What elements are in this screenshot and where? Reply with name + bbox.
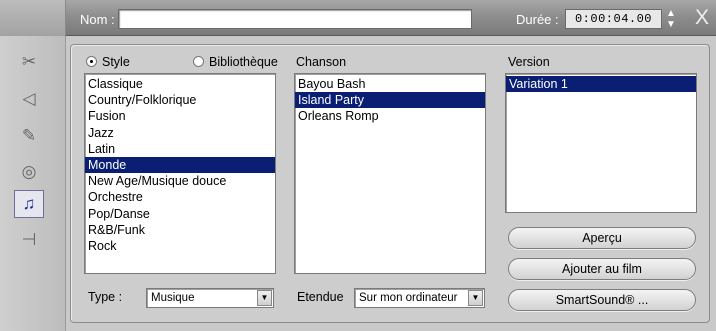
audio-effect-tool-button[interactable]: ◁ bbox=[14, 85, 44, 113]
volume-tool-button[interactable]: ⊣ bbox=[14, 226, 44, 254]
title-tool-button[interactable]: ✎ bbox=[14, 122, 44, 150]
spin-up-icon[interactable]: ▲ bbox=[664, 8, 678, 19]
music-note-icon: ♫ bbox=[22, 194, 36, 213]
version-list-item[interactable]: Variation 1 bbox=[506, 76, 696, 93]
style-list-item[interactable]: Pop/Danse bbox=[85, 206, 275, 222]
audio-effect-icon: ◁ bbox=[22, 89, 36, 108]
song-list-item[interactable]: Orleans Romp bbox=[295, 108, 485, 124]
dropdown-arrow-icon[interactable]: ▼ bbox=[468, 290, 483, 306]
song-list[interactable]: Bayou Bash Island Party Orleans Romp bbox=[294, 73, 486, 274]
style-list-item[interactable]: Country/Folklorique bbox=[85, 92, 275, 108]
radio-selected-icon bbox=[86, 56, 97, 67]
style-list-item[interactable]: Orchestre bbox=[85, 189, 275, 205]
style-list-item[interactable]: Fusion bbox=[85, 108, 275, 124]
add-to-movie-button[interactable]: Ajouter au film bbox=[508, 258, 696, 280]
smartsound-button[interactable]: SmartSound® ... bbox=[508, 289, 696, 311]
dropdown-arrow-icon[interactable]: ▼ bbox=[257, 290, 272, 306]
volume-slider-icon: ⊣ bbox=[21, 230, 37, 249]
style-list-item[interactable]: Jazz bbox=[85, 125, 275, 141]
video-edit-tool-button[interactable]: ✂ bbox=[14, 48, 44, 76]
song-list-item[interactable]: Bayou Bash bbox=[295, 76, 485, 92]
title-bar-corner bbox=[0, 0, 66, 36]
title-pen-icon: ✎ bbox=[21, 126, 37, 145]
style-list-item[interactable]: R&B/Funk bbox=[85, 222, 275, 238]
style-list-item[interactable]: Monde bbox=[85, 156, 275, 174]
duration-label: Durée : bbox=[516, 12, 559, 27]
style-list-item[interactable]: Classique bbox=[85, 76, 275, 92]
type-label: Type : bbox=[88, 290, 123, 304]
scope-select[interactable]: Sur mon ordinateur ▼ bbox=[354, 288, 485, 308]
style-list-item[interactable]: Rock bbox=[85, 238, 275, 254]
video-edit-icon: ✂ bbox=[21, 52, 37, 71]
song-label: Chanson bbox=[296, 55, 347, 69]
version-list[interactable]: Variation 1 bbox=[505, 73, 697, 213]
name-label: Nom : bbox=[80, 12, 115, 27]
radio-unselected-icon bbox=[193, 56, 204, 67]
spin-down-icon[interactable]: ▼ bbox=[664, 19, 678, 30]
type-select[interactable]: Musique ▼ bbox=[146, 288, 274, 308]
duration-spinner[interactable]: ▲ ▼ bbox=[664, 8, 678, 30]
style-list[interactable]: Classique Country/Folklorique Fusion Jazz La… bbox=[84, 73, 276, 274]
style-list-item[interactable]: New Age/Musique douce bbox=[85, 173, 275, 189]
scope-select-value: Sur mon ordinateur bbox=[359, 292, 458, 304]
name-input[interactable] bbox=[118, 9, 472, 29]
type-select-value: Musique bbox=[151, 292, 195, 304]
cd-audio-icon: ◎ bbox=[21, 162, 37, 181]
style-radio-label: Style bbox=[102, 55, 130, 69]
preview-button[interactable]: Aperçu bbox=[508, 227, 696, 249]
cd-audio-tool-button[interactable]: ◎ bbox=[14, 158, 44, 186]
library-radio[interactable]: Bibliothèque bbox=[193, 55, 278, 69]
style-radio[interactable]: Style bbox=[86, 55, 130, 69]
scope-label: Etendue bbox=[297, 290, 344, 304]
version-label: Version bbox=[508, 55, 550, 69]
close-button[interactable]: X bbox=[690, 5, 714, 31]
library-radio-label: Bibliothèque bbox=[209, 55, 278, 69]
style-list-item[interactable]: Latin bbox=[85, 141, 275, 157]
song-list-item[interactable]: Island Party bbox=[295, 92, 485, 109]
duration-field[interactable]: 0:00:04.00 bbox=[565, 9, 662, 29]
background-music-tool-button[interactable]: ♫ bbox=[14, 190, 44, 218]
